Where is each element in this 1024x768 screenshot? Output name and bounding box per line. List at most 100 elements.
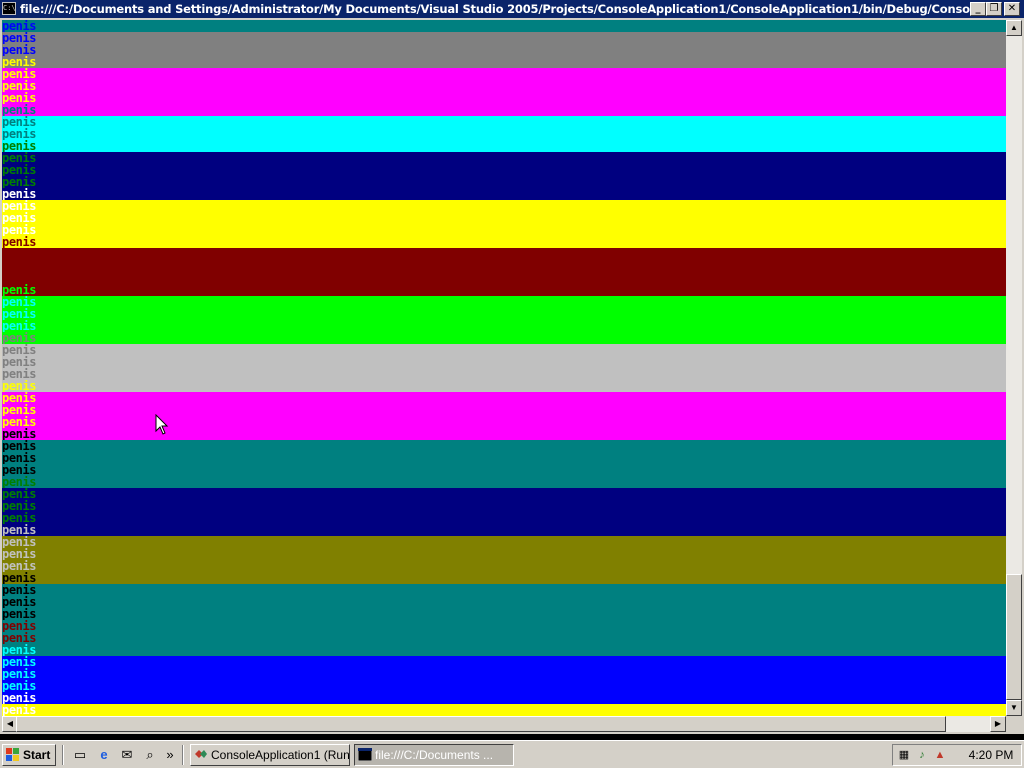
- show-desktop-icon[interactable]: ▭: [72, 747, 88, 763]
- console-line: penis: [2, 56, 1006, 68]
- console-line: penis: [2, 464, 1006, 476]
- console-line: penis: [2, 296, 1006, 308]
- console-line: penis: [2, 308, 1006, 320]
- console-output[interactable]: penis penis penis penis penis penis penis penis…: [2, 20, 1006, 716]
- console-line: penis: [2, 632, 1006, 644]
- console-line: penis: [2, 380, 1006, 392]
- console-line-text: penis: [2, 356, 41, 368]
- task-label: ConsoleApplication1 (Run...: [211, 748, 350, 762]
- console-line-text: penis: [2, 440, 41, 452]
- console-line: penis: [2, 572, 1006, 584]
- program-icon[interactable]: ▲: [933, 748, 947, 762]
- quick-launch-chevron[interactable]: »: [164, 747, 176, 763]
- console-line: penis: [2, 236, 1006, 248]
- console-line-text: penis: [2, 176, 41, 188]
- search-icon[interactable]: ⌕: [142, 747, 158, 763]
- console-line-text: penis: [2, 380, 41, 392]
- console-line: penis: [2, 656, 1006, 668]
- console-line-text: penis: [2, 248, 41, 260]
- scroll-right-button[interactable]: ▶: [990, 716, 1006, 732]
- console-line: penis: [2, 68, 1006, 80]
- taskbar: Start ▭ e ✉ ⌕ » ConsoleApplication1 (Run…: [0, 740, 1024, 768]
- volume-icon[interactable]: ♪: [915, 748, 929, 762]
- console-line-text: penis: [2, 284, 41, 296]
- console-line-text: penis: [2, 68, 41, 80]
- console-line: penis: [2, 524, 1006, 536]
- vertical-scroll-thumb[interactable]: [1006, 574, 1022, 700]
- console-line-text: penis: [2, 80, 41, 92]
- console-line: penis: [2, 224, 1006, 236]
- console-line-text: penis: [2, 452, 41, 464]
- console-line-text: penis: [2, 680, 41, 692]
- console-line-text: penis: [2, 116, 41, 128]
- console-line-text: penis: [2, 692, 41, 704]
- console-line: penis: [2, 44, 1006, 56]
- console-line: penis: [2, 164, 1006, 176]
- horizontal-scrollbar[interactable]: ◀ ▶: [2, 716, 1006, 732]
- console-line: penis: [2, 680, 1006, 692]
- console-line: penis: [2, 260, 1006, 272]
- console-line: penis: [2, 332, 1006, 344]
- console-line-text: penis: [2, 548, 41, 560]
- network-icon[interactable]: ▦: [897, 748, 911, 762]
- console-line: penis: [2, 692, 1006, 704]
- console-line-text: penis: [2, 404, 41, 416]
- clock[interactable]: 4:20 PM: [963, 745, 1019, 765]
- console-line: penis: [2, 404, 1006, 416]
- console-line-text: penis: [2, 200, 41, 212]
- console-line-text: penis: [2, 644, 41, 656]
- console-line-text: penis: [2, 260, 41, 272]
- task-visual-studio[interactable]: ConsoleApplication1 (Run...: [190, 744, 350, 766]
- console-line: penis: [2, 512, 1006, 524]
- console-line-text: penis: [2, 584, 41, 596]
- scroll-down-button[interactable]: ▼: [1006, 700, 1022, 716]
- console-line-text: penis: [2, 308, 41, 320]
- console-line-text: penis: [2, 344, 41, 356]
- console-line: penis: [2, 284, 1006, 296]
- console-icon: [358, 748, 372, 761]
- console-line: penis: [2, 476, 1006, 488]
- window-title: file:///C:/Documents and Settings/Admini…: [20, 2, 970, 16]
- console-line: penis: [2, 416, 1006, 428]
- task-console-window[interactable]: file:///C:/Documents ...: [354, 744, 514, 766]
- vertical-scrollbar[interactable]: ▲ ▼: [1006, 20, 1022, 716]
- console-line: penis: [2, 200, 1006, 212]
- console-line: penis: [2, 704, 1006, 716]
- taskbar-separator: [62, 745, 64, 765]
- outlook-icon[interactable]: ✉: [119, 747, 135, 763]
- console-line: penis: [2, 344, 1006, 356]
- console-line: penis: [2, 584, 1006, 596]
- system-tray: ▦ ♪ ▲ 4:20 PM: [892, 744, 1022, 766]
- start-label: Start: [23, 748, 51, 762]
- minimize-button[interactable]: _: [970, 2, 986, 16]
- console-line: penis: [2, 488, 1006, 500]
- console-icon[interactable]: C:\: [2, 2, 16, 15]
- title-bar[interactable]: C:\ file:///C:/Documents and Settings/Ad…: [0, 0, 1024, 18]
- scroll-up-button[interactable]: ▲: [1006, 20, 1022, 36]
- console-line-text: penis: [2, 668, 41, 680]
- console-line: penis: [2, 356, 1006, 368]
- start-button[interactable]: Start: [2, 744, 56, 766]
- console-line-text: penis: [2, 332, 41, 344]
- console-line-text: penis: [2, 488, 41, 500]
- console-line: penis: [2, 92, 1006, 104]
- console-line-text: penis: [2, 620, 41, 632]
- internet-explorer-icon[interactable]: e: [96, 747, 112, 763]
- console-line-text: penis: [2, 536, 41, 548]
- console-line: penis: [2, 500, 1006, 512]
- size-grip[interactable]: [1006, 716, 1022, 732]
- close-button[interactable]: ✕: [1004, 2, 1020, 16]
- console-line: penis: [2, 644, 1006, 656]
- console-line: penis: [2, 560, 1006, 572]
- console-line: penis: [2, 428, 1006, 440]
- console-line-text: penis: [2, 560, 41, 572]
- restore-button[interactable]: ❐: [986, 2, 1002, 16]
- console-window[interactable]: C:\ file:///C:/Documents and Settings/Ad…: [0, 0, 1024, 734]
- horizontal-scroll-thumb[interactable]: [16, 716, 946, 732]
- console-line-text: penis: [2, 500, 41, 512]
- console-line: penis: [2, 596, 1006, 608]
- console-line-text: penis: [2, 428, 41, 440]
- mouse-cursor-icon: [155, 414, 169, 435]
- console-line: penis: [2, 368, 1006, 380]
- console-line-text: penis: [2, 476, 41, 488]
